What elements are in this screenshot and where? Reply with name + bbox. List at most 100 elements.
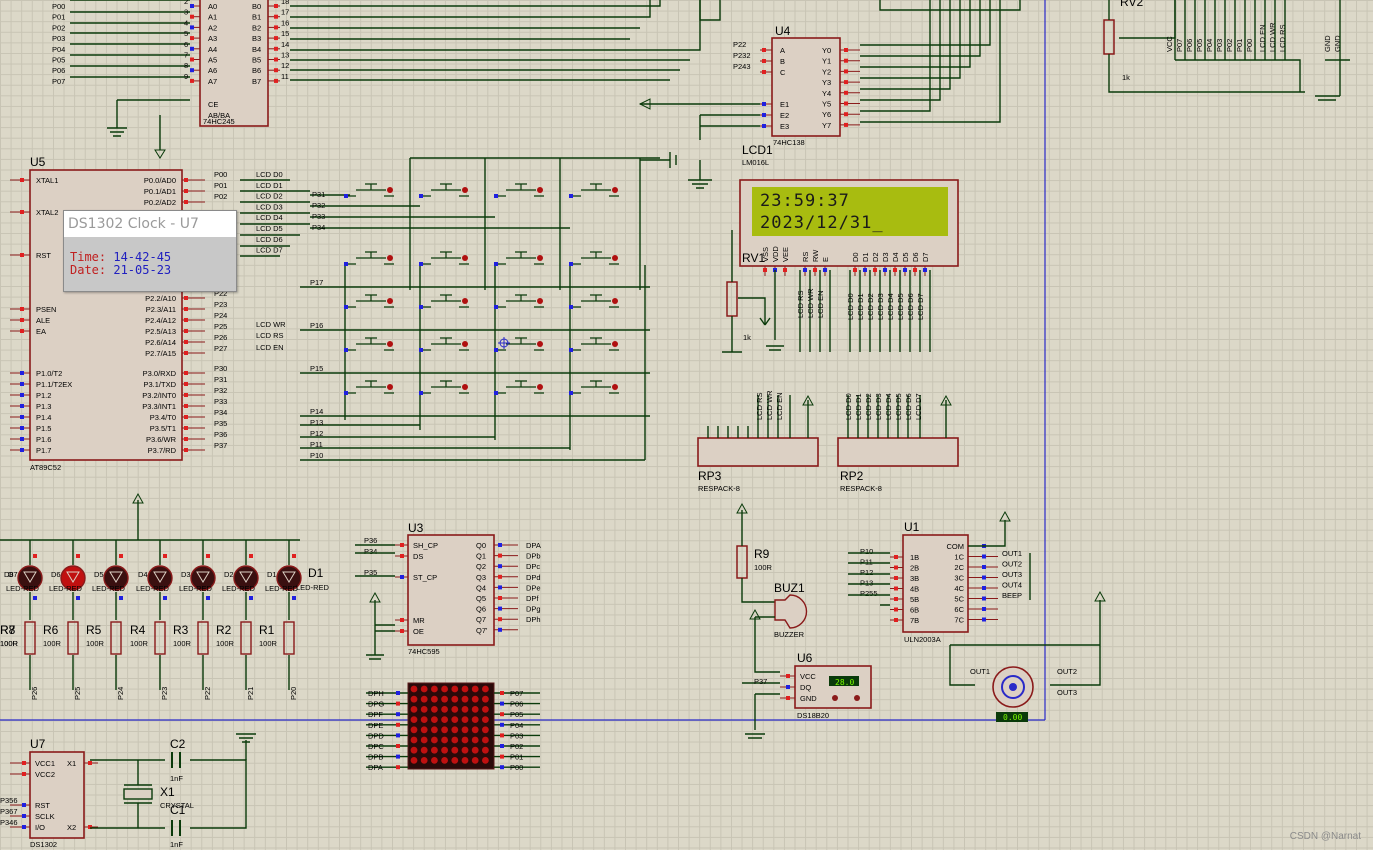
push-button[interactable] bbox=[344, 337, 394, 352]
pin-number: 8 bbox=[184, 61, 188, 70]
led[interactable]: D4 LED-RED bbox=[136, 554, 173, 600]
pin-label: Q4 bbox=[476, 583, 486, 592]
push-button[interactable] bbox=[344, 294, 394, 309]
u7-ref: U7 bbox=[30, 737, 46, 751]
net-label: LCD D0 bbox=[844, 393, 853, 420]
rp3-name: RESPACK-8 bbox=[698, 484, 740, 493]
led[interactable]: D6 LED-RED bbox=[49, 554, 86, 600]
push-button[interactable] bbox=[569, 183, 619, 198]
stepper-motor[interactable]: 0.00 OUT1 OUT2 OUT3 bbox=[970, 666, 1077, 722]
resistor[interactable]: R5 100R P24 bbox=[86, 621, 125, 700]
push-button[interactable] bbox=[569, 251, 619, 266]
pin-label: X1 bbox=[67, 759, 76, 768]
pin-label: ST_CP bbox=[413, 573, 437, 582]
pin-number: 13 bbox=[281, 51, 289, 60]
pin-label: Y4 bbox=[822, 89, 831, 98]
popup-titlebar[interactable]: DS1302 Clock - U7 bbox=[64, 211, 236, 237]
pin-label: RST bbox=[35, 801, 50, 810]
resistor[interactable]: R6 100R P25 bbox=[43, 621, 82, 700]
u1-name: ULN2003A bbox=[904, 635, 941, 644]
net-label: OUT1 bbox=[1002, 549, 1022, 558]
push-button[interactable] bbox=[569, 380, 619, 395]
resistor[interactable]: R4 100R P23 bbox=[130, 621, 169, 700]
pin-label: Y2 bbox=[822, 67, 831, 76]
pin-label: Q1 bbox=[476, 552, 486, 561]
net-label: DPG bbox=[368, 700, 384, 709]
led-type: LED-RED bbox=[222, 584, 256, 593]
resistor-r9[interactable]: R9 100R bbox=[736, 510, 775, 603]
led-matrix-8x8[interactable]: DPH DPGDPF DPEDPD DPC DPBDPA P07 P06P05 P04P03 P… bbox=[366, 682, 540, 772]
respack-rp3[interactable]: RP3 RESPACK-8 bbox=[697, 437, 819, 493]
push-button[interactable] bbox=[419, 337, 469, 352]
net-label: P33 bbox=[312, 212, 325, 221]
resistor[interactable]: R1 100R P20 bbox=[259, 621, 298, 700]
pin-label: VCC2 bbox=[35, 770, 55, 779]
pin-label: A7 bbox=[208, 77, 217, 86]
push-button[interactable] bbox=[419, 380, 469, 395]
pin-label: P3.1/TXD bbox=[143, 380, 176, 389]
lcd-pin-label: D2 bbox=[871, 252, 880, 262]
chip-u4-74hc138[interactable]: U4 74HC138 Y0 Y1Y2 Y3 Y4 Y5Y6 Y7 ABC E1 E2 E3 P22 P… bbox=[733, 24, 860, 147]
push-button[interactable] bbox=[494, 380, 544, 395]
respack-rp2[interactable]: RP2 RESPACK-8 bbox=[837, 437, 959, 493]
chip-u1-uln2003a[interactable]: U1 ULN2003A 1B 2B3B 4B5B 6B7B P10 P11P12 P13P2… bbox=[860, 520, 1022, 644]
led[interactable]: D5 LED-RED bbox=[92, 554, 129, 600]
pin-number: 15 bbox=[281, 29, 289, 38]
led[interactable]: D3 LED-RED bbox=[179, 554, 216, 600]
push-button[interactable] bbox=[419, 294, 469, 309]
resistor[interactable]: R3 100R P22 bbox=[173, 621, 212, 700]
push-button[interactable] bbox=[344, 183, 394, 198]
sensor-u6-ds18b20[interactable]: U6 DS18B20 28.0 VCC DQ GND bbox=[780, 651, 872, 720]
capacitor-c2[interactable]: C2 1nF bbox=[170, 737, 186, 783]
pin-label: A5 bbox=[208, 56, 217, 65]
pin-number: 11 bbox=[281, 72, 289, 81]
battery-symbol bbox=[640, 152, 677, 168]
pin-label: A bbox=[780, 46, 785, 55]
x1-ref: X1 bbox=[160, 785, 175, 799]
push-button[interactable] bbox=[344, 251, 394, 266]
pin-label: A3 bbox=[208, 34, 217, 43]
led[interactable]: D1 LED-RED bbox=[265, 554, 302, 600]
net-label: P26 bbox=[30, 687, 39, 700]
pin-label: Q5 bbox=[476, 594, 486, 603]
pin-number: 5 bbox=[184, 29, 188, 38]
net-label: DPA bbox=[368, 763, 383, 772]
net-label: P00 bbox=[52, 2, 65, 11]
rp2-ref: RP2 bbox=[840, 469, 864, 483]
net-label: P03 bbox=[52, 34, 65, 43]
net-label: OUT3 bbox=[1002, 570, 1022, 579]
crystal-x1[interactable]: X1 CRYSTAL bbox=[123, 784, 194, 810]
push-button[interactable] bbox=[344, 380, 394, 395]
led[interactable]: D2 LED-RED bbox=[222, 554, 259, 600]
rv2-ref: RV2 bbox=[1120, 0, 1143, 9]
net-label: P232 bbox=[733, 51, 751, 60]
u1-ref: U1 bbox=[904, 520, 920, 534]
pin-number: 17 bbox=[281, 8, 289, 17]
net-label: LCD D4 bbox=[256, 213, 283, 222]
push-button[interactable] bbox=[494, 183, 544, 198]
chip-u4-name: 74HC138 bbox=[773, 138, 805, 147]
ds1302-clock-popup[interactable]: DS1302 Clock - U7 Time: 14-42-45 Date: 2… bbox=[63, 210, 237, 292]
net-label: P24 bbox=[116, 687, 125, 700]
chip-u5-name: AT89C52 bbox=[30, 463, 61, 472]
led-ref: D8 bbox=[4, 570, 14, 579]
push-button[interactable] bbox=[569, 337, 619, 352]
resistor-ref: R6 bbox=[43, 623, 59, 637]
pin-label: P2.4/A12 bbox=[145, 316, 176, 325]
chip-u3-74hc595[interactable]: U3 74HC595 SH_CPDSST_CPMROEP36P34P35Q0 DP… bbox=[364, 521, 541, 656]
push-button[interactable] bbox=[494, 251, 544, 266]
pin-number: 7 bbox=[184, 51, 188, 60]
push-button[interactable] bbox=[419, 251, 469, 266]
date-label: Date: bbox=[70, 263, 107, 277]
rtc-u7-ds1302[interactable]: U7 DS1302 VCC1 VCC2 RST SCLK I/O P356 P367 P346… bbox=[0, 737, 98, 849]
lcd-pin-label: D4 bbox=[891, 252, 900, 262]
resistor[interactable]: R2 100R P21 bbox=[216, 621, 255, 700]
buzzer-buz1[interactable]: BUZ1 BUZZER bbox=[754, 581, 808, 640]
schematic-canvas[interactable]: 74HC245 A0 B02 18P00A1 B13 17P01A2 B24 16P02A3… bbox=[0, 0, 1373, 850]
pin-number: 14 bbox=[281, 40, 289, 49]
push-button[interactable] bbox=[419, 183, 469, 198]
push-button[interactable] bbox=[569, 294, 619, 309]
pin-label: A0 bbox=[208, 2, 217, 11]
u6-temperature-readout: 28.0 bbox=[835, 678, 854, 687]
push-button[interactable] bbox=[494, 294, 544, 309]
